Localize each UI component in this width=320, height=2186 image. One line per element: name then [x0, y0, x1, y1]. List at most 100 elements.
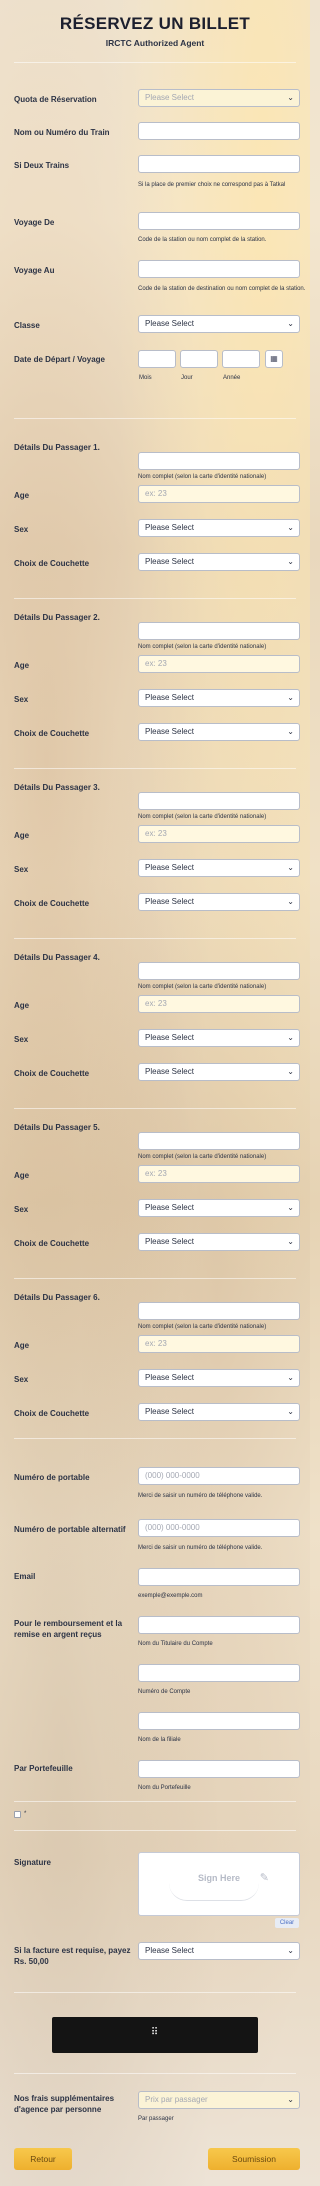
from-input[interactable]	[138, 212, 300, 230]
class-select[interactable]: Please Select ⌄	[138, 315, 300, 333]
mobile-hint: Merci de saisir un numéro de téléphone v…	[138, 1493, 263, 1499]
branch-input[interactable]	[138, 1712, 300, 1730]
form-subtitle: IRCTC Authorized Agent	[105, 38, 205, 48]
passenger-name-hint: Nom complet (selon la carte d'identité n…	[138, 814, 267, 820]
passenger-age-input[interactable]: ex: 23	[138, 825, 300, 843]
signature-label: Signature	[14, 1858, 51, 1867]
passenger-berth-label: Choix de Couchette	[14, 559, 90, 568]
divider	[14, 1278, 296, 1279]
loading-icon: ⠿	[150, 2027, 160, 2038]
chevron-down-icon: ⌄	[287, 1237, 294, 1246]
passenger-age-label: Age	[14, 491, 30, 500]
passenger-berth-select[interactable]: Please Select ⌄	[138, 1063, 300, 1081]
wallet-hint: Nom du Portefeuille	[138, 1785, 191, 1791]
passenger-berth-label: Choix de Couchette	[14, 1239, 90, 1248]
two-trains-input[interactable]	[138, 155, 300, 173]
terms-checkbox[interactable]	[14, 1811, 21, 1818]
signature-placeholder: Sign Here	[197, 1873, 240, 1883]
chevron-down-icon: ⌄	[287, 1407, 294, 1416]
invoice-select[interactable]: Please Select ⌄	[138, 1942, 300, 1960]
email-input[interactable]	[138, 1568, 300, 1586]
divider	[14, 2073, 296, 2074]
passenger-sex-select[interactable]: Please Select ⌄	[138, 689, 300, 707]
alt-mobile-hint: Merci de saisir un numéro de téléphone v…	[138, 1545, 263, 1551]
chevron-down-icon: ⌄	[287, 1067, 294, 1076]
to-input[interactable]	[138, 260, 300, 278]
passenger-age-input[interactable]: ex: 23	[138, 1335, 300, 1353]
back-button[interactable]: Retour	[14, 2148, 72, 2170]
year-input[interactable]	[222, 350, 260, 368]
passenger-name-input[interactable]	[138, 1132, 300, 1150]
chevron-down-icon: ⌄	[287, 1946, 294, 1955]
form-header: RÉSERVEZ UN BILLET IRCTC Authorized Agen…	[0, 14, 310, 48]
passenger-age-input[interactable]: ex: 23	[138, 995, 300, 1013]
chevron-down-icon: ⌄	[287, 319, 294, 328]
passenger-berth-select[interactable]: Please Select ⌄	[138, 893, 300, 911]
chevron-down-icon: ⌄	[287, 523, 294, 532]
passenger-sex-label: Sex	[14, 525, 29, 534]
from-hint: Code de la station ou nom complet de la …	[138, 237, 267, 243]
chevron-down-icon: ⌄	[287, 1373, 294, 1382]
passenger-sex-select[interactable]: Please Select ⌄	[138, 1029, 300, 1047]
account-holder-input[interactable]	[138, 1616, 300, 1634]
passenger-name-hint: Nom complet (selon la carte d'identité n…	[138, 984, 267, 990]
passenger-age-label: Age	[14, 831, 30, 840]
signature-clear-button[interactable]: Clear	[275, 1918, 299, 1928]
passenger-berth-label: Choix de Couchette	[14, 729, 90, 738]
passenger-berth-select[interactable]: Please Select ⌄	[138, 723, 300, 741]
mobile-input[interactable]: (000) 000-0000	[138, 1467, 300, 1485]
wallet-input[interactable]	[138, 1760, 300, 1778]
signature-pad[interactable]: Sign Here ✎	[138, 1852, 300, 1916]
fees-select[interactable]: Prix par passager ⌄	[138, 2091, 300, 2109]
reservation-form: RÉSERVEZ UN BILLET IRCTC Authorized Agen…	[0, 0, 310, 2186]
passenger-age-input[interactable]: ex: 23	[138, 655, 300, 673]
divider	[14, 1992, 296, 1993]
month-input[interactable]	[138, 350, 176, 368]
passenger-age-label: Age	[14, 1001, 30, 1010]
passenger-age-input[interactable]: ex: 23	[138, 1165, 300, 1183]
chevron-down-icon: ⌄	[287, 693, 294, 702]
passenger-name-hint: Nom complet (selon la carte d'identité n…	[138, 1154, 267, 1160]
class-label: Classe	[14, 321, 40, 330]
passenger-name-input[interactable]	[138, 792, 300, 810]
alt-mobile-input[interactable]: (000) 000-0000	[138, 1519, 300, 1537]
account-holder-hint: Nom du Titulaire du Compte	[138, 1641, 213, 1647]
month-hint: Mois	[139, 375, 152, 381]
passenger-berth-select[interactable]: Please Select ⌄	[138, 1233, 300, 1251]
submit-button[interactable]: Soumission	[208, 2148, 300, 2170]
passenger-sex-select[interactable]: Please Select ⌄	[138, 1199, 300, 1217]
day-input[interactable]	[180, 350, 218, 368]
branch-hint: Nom de la filiale	[138, 1737, 181, 1743]
divider	[14, 62, 296, 63]
chevron-down-icon: ⌄	[287, 93, 294, 102]
passenger-name-input[interactable]	[138, 452, 300, 470]
calendar-icon[interactable]: ▦	[265, 350, 283, 368]
passenger-sex-select[interactable]: Please Select ⌄	[138, 519, 300, 537]
passenger-age-input[interactable]: ex: 23	[138, 485, 300, 503]
pen-icon: ✎	[259, 1872, 269, 1884]
quota-select[interactable]: Please Select ⌄	[138, 89, 300, 107]
passenger-age-label: Age	[14, 661, 30, 670]
passenger-title: Détails Du Passager 2.	[14, 613, 100, 622]
divider	[14, 1108, 296, 1109]
passenger-name-input[interactable]	[138, 962, 300, 980]
train-input[interactable]	[138, 122, 300, 140]
refund-label: Pour le remboursement et la remise en ar…	[14, 1619, 123, 1639]
passenger-sex-label: Sex	[14, 695, 29, 704]
passenger-berth-select[interactable]: Please Select ⌄	[138, 1403, 300, 1421]
passenger-sex-label: Sex	[14, 1205, 29, 1214]
captcha-box[interactable]: ⠿	[52, 2017, 258, 2053]
passenger-name-input[interactable]	[138, 1302, 300, 1320]
passenger-sex-select[interactable]: Please Select ⌄	[138, 1369, 300, 1387]
passenger-sex-label: Sex	[14, 1375, 29, 1384]
account-number-input[interactable]	[138, 1664, 300, 1682]
passenger-name-input[interactable]	[138, 622, 300, 640]
chevron-down-icon: ⌄	[287, 1033, 294, 1042]
passenger-title: Détails Du Passager 4.	[14, 953, 100, 962]
passenger-berth-select[interactable]: Please Select ⌄	[138, 553, 300, 571]
passenger-sex-select[interactable]: Please Select ⌄	[138, 859, 300, 877]
chevron-down-icon: ⌄	[287, 863, 294, 872]
email-hint: exemple@exemple.com	[138, 1593, 203, 1599]
fees-hint: Par passager	[138, 2116, 174, 2122]
chevron-down-icon: ⌄	[287, 557, 294, 566]
